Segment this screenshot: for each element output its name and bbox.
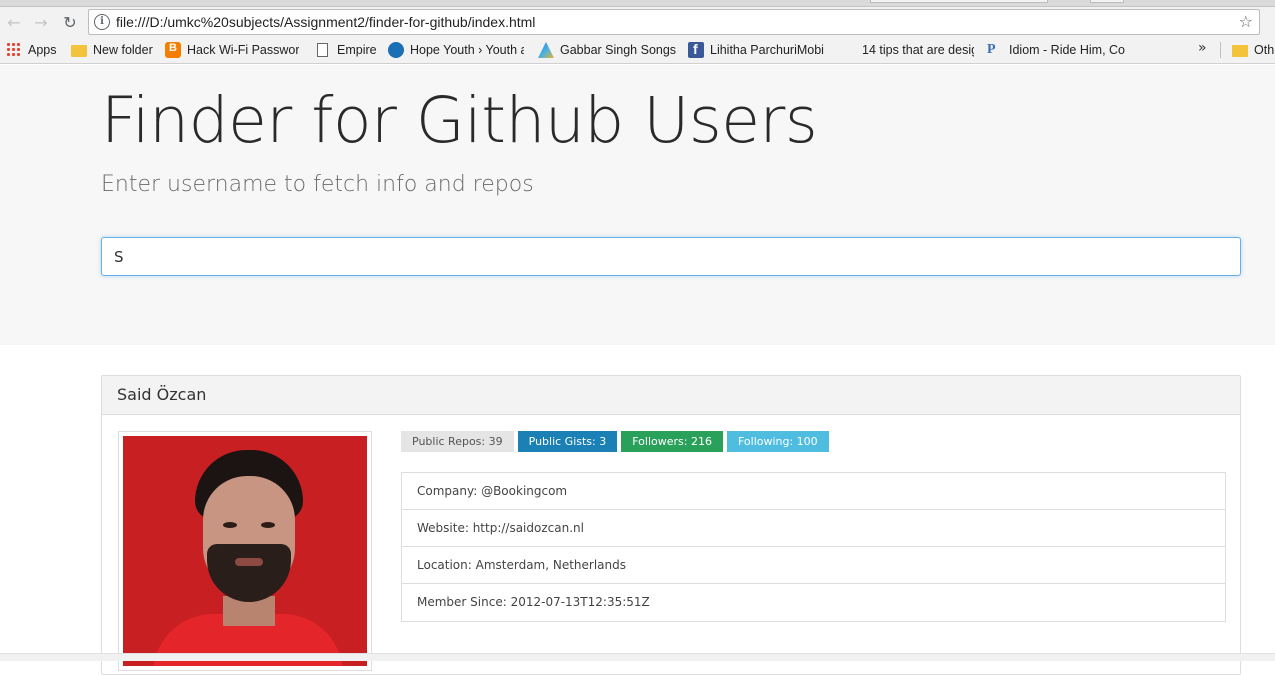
page-icon xyxy=(317,43,328,57)
bookmark-lihitha[interactable]: Lihitha ParchuriMobil xyxy=(688,41,824,59)
following-badge: Following: 100 xyxy=(726,431,829,452)
bookmarks-divider xyxy=(1220,42,1221,58)
facebook-icon xyxy=(688,41,704,58)
website-item: Website: http://saidozcan.nl xyxy=(402,510,1225,547)
back-button[interactable]: ← xyxy=(3,11,25,33)
bookmark-label: Apps xyxy=(28,43,57,57)
bookmark-empire[interactable]: Empire xyxy=(315,41,380,59)
bookmark-gabbar-singh[interactable]: Gabbar Singh Songs xyxy=(538,41,676,59)
bookmark-label: Gabbar Singh Songs xyxy=(560,43,676,57)
bookmark-label: Oth xyxy=(1254,43,1275,57)
address-url[interactable]: file:///D:/umkc%20subjects/Assignment2/f… xyxy=(116,14,535,30)
avatar xyxy=(123,436,367,666)
reload-icon: ↻ xyxy=(63,12,77,32)
blogger-icon xyxy=(165,42,181,58)
arrow-left-icon: ← xyxy=(7,12,21,32)
bookmark-label: 14 tips that are desig xyxy=(862,43,974,57)
info-icon[interactable]: i xyxy=(94,14,110,30)
browser-toolbar: ← → ↻ i file:///D:/umkc%20subjects/Assig… xyxy=(0,7,1275,36)
bookmark-other[interactable]: Oth xyxy=(1232,41,1275,59)
bookmark-idiom[interactable]: P Idiom - Ride Him, Co xyxy=(987,41,1125,59)
profile-details-list: Company: @Bookingcom Website: http://sai… xyxy=(401,472,1226,622)
bookmark-label: Hack Wi-Fi Password xyxy=(187,43,299,57)
tab[interactable] xyxy=(870,0,1048,3)
bookmark-apps[interactable]: Apps xyxy=(6,41,66,59)
reload-button[interactable]: ↻ xyxy=(59,11,81,33)
bookmark-hack-wifi[interactable]: Hack Wi-Fi Password xyxy=(165,41,299,59)
idiom-icon: P xyxy=(987,42,996,57)
folder-icon xyxy=(71,45,87,57)
search-input[interactable] xyxy=(101,237,1241,276)
folder-icon xyxy=(1232,45,1248,57)
bookmarks-bar: Apps New folder Hack Wi-Fi Password Empi… xyxy=(0,36,1275,64)
address-bar[interactable]: i file:///D:/umkc%20subjects/Assignment2… xyxy=(88,9,1260,35)
member-since-item: Member Since: 2012-07-13T12:35:51Z xyxy=(417,595,650,609)
profile-panel: Said Özcan Public Repos: 39 Public Gists… xyxy=(101,375,1241,675)
profile-name: Said Özcan xyxy=(102,376,1240,415)
bookmarks-overflow-icon[interactable]: » xyxy=(1198,40,1207,56)
bookmark-new-folder[interactable]: New folder xyxy=(71,41,159,59)
page-subtitle: Enter username to fetch info and repos xyxy=(101,172,534,197)
tab-strip xyxy=(0,0,1275,7)
apps-grid-icon xyxy=(6,42,22,58)
bookmark-hope-youth[interactable]: Hope Youth › Youth a xyxy=(388,41,524,59)
public-repos-badge: Public Repos: 39 xyxy=(401,431,514,452)
horizontal-scrollbar[interactable] xyxy=(0,653,1275,661)
bookmark-label: Empire xyxy=(337,43,377,57)
bookmark-label: Lihitha ParchuriMobil xyxy=(710,43,824,57)
stats-badges: Public Repos: 39 Public Gists: 3 Followe… xyxy=(401,431,829,452)
bookmark-label: Idiom - Ride Him, Co xyxy=(1009,43,1125,57)
hope-icon xyxy=(388,42,404,58)
arrow-right-icon: → xyxy=(34,12,48,32)
bookmark-label: New folder xyxy=(93,43,153,57)
company-item: Company: @Bookingcom xyxy=(402,473,1225,510)
page-title: Finder for Github Users xyxy=(101,84,818,157)
bookmark-star-icon[interactable]: ☆ xyxy=(1239,12,1253,31)
avatar-frame xyxy=(118,431,372,671)
public-gists-badge: Public Gists: 3 xyxy=(517,431,618,452)
blank-icon xyxy=(840,42,856,58)
tab[interactable] xyxy=(1090,0,1124,3)
followers-badge: Followers: 216 xyxy=(621,431,723,452)
location-item: Location: Amsterdam, Netherlands xyxy=(402,547,1225,584)
gabbar-icon xyxy=(538,42,554,58)
forward-button[interactable]: → xyxy=(30,11,52,33)
bookmark-14-tips[interactable]: 14 tips that are desig xyxy=(840,41,974,59)
bookmark-label: Hope Youth › Youth a xyxy=(410,43,524,57)
